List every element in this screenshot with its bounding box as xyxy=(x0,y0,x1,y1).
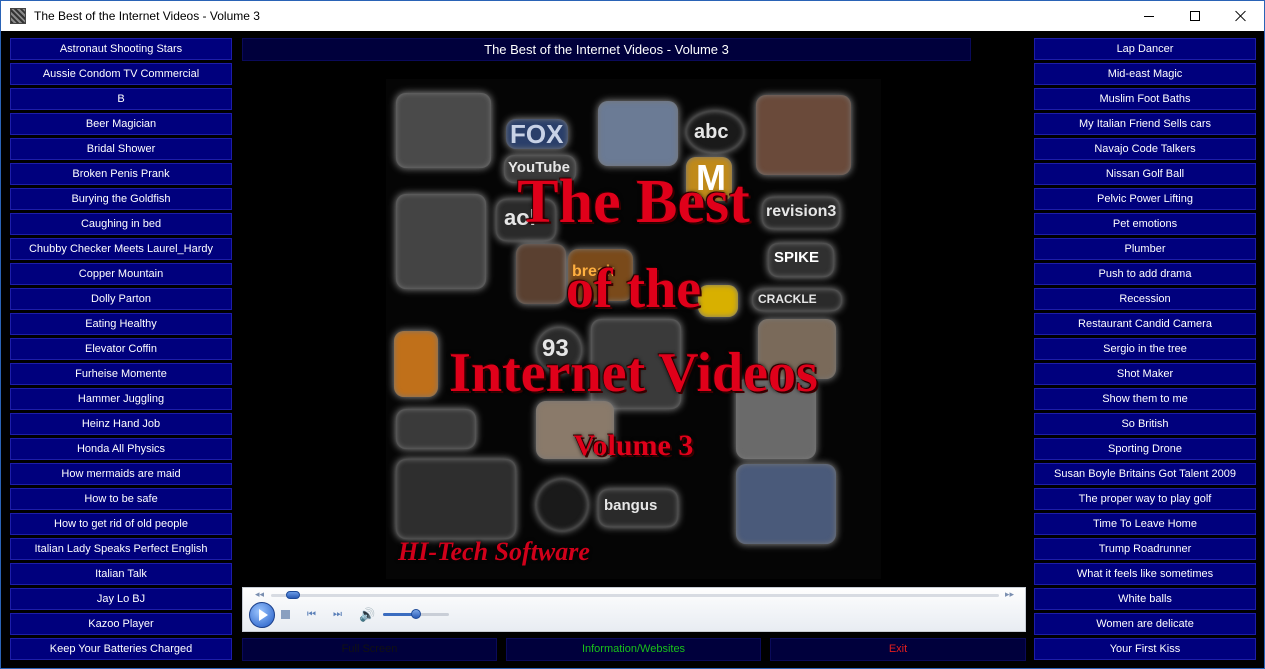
bangus-logo: bangus xyxy=(604,497,658,514)
video-button[interactable]: Push to add drama xyxy=(1034,263,1256,285)
video-button[interactable]: So British xyxy=(1034,413,1256,435)
right-video-list: Lap Dancer Mid-east Magic Muslim Foot Bath… xyxy=(1034,38,1256,663)
volume-handle[interactable] xyxy=(411,609,421,619)
left-video-list: Astronaut Shooting Stars Aussie Condom TV… xyxy=(10,38,232,663)
video-button[interactable]: Sergio in the tree xyxy=(1034,338,1256,360)
video-button[interactable]: Nissan Golf Ball xyxy=(1034,163,1256,185)
video-button[interactable]: Keep Your Batteries Charged xyxy=(10,638,232,660)
seek-bar[interactable] xyxy=(271,594,999,597)
app-window: The Best of the Internet Videos - Volume… xyxy=(0,0,1265,669)
cover-title-line2: of the xyxy=(565,258,702,320)
abc-logo: abc xyxy=(694,121,729,143)
video-button[interactable]: Recession xyxy=(1034,288,1256,310)
seek-back-icon[interactable]: ◂◂ xyxy=(255,589,264,600)
video-button[interactable]: Burying the Goldfish xyxy=(10,188,232,210)
video-button[interactable]: Eating Healthy xyxy=(10,313,232,335)
media-player: ◂◂ ▸▸ ⏮ ⏭ 🔊 xyxy=(242,587,1026,632)
play-button[interactable] xyxy=(249,602,275,628)
video-button[interactable]: Furheise Momente xyxy=(10,363,232,385)
video-button[interactable]: Chubby Checker Meets Laurel_Hardy xyxy=(10,238,232,260)
fox-logo: FOX xyxy=(510,119,564,149)
video-button[interactable]: Beer Magician xyxy=(10,113,232,135)
video-button[interactable]: Jay Lo BJ xyxy=(10,588,232,610)
video-button[interactable]: Pet emotions xyxy=(1034,213,1256,235)
video-button[interactable]: Time To Leave Home xyxy=(1034,513,1256,535)
maximize-button[interactable] xyxy=(1172,1,1218,31)
video-button[interactable]: Aussie Condom TV Commercial xyxy=(10,63,232,85)
cover-title-line4: Volume 3 xyxy=(573,429,694,462)
video-button[interactable]: Show them to me xyxy=(1034,388,1256,410)
video-button[interactable]: The proper way to play golf xyxy=(1034,488,1256,510)
video-button[interactable]: Shot Maker xyxy=(1034,363,1256,385)
video-button[interactable]: What it feels like sometimes xyxy=(1034,563,1256,585)
video-button[interactable]: Pelvic Power Lifting xyxy=(1034,188,1256,210)
video-button[interactable]: Honda All Physics xyxy=(10,438,232,460)
cover-brand: HI-Tech Software xyxy=(398,537,590,566)
video-button[interactable]: Bridal Shower xyxy=(10,138,232,160)
seek-handle[interactable] xyxy=(285,591,300,599)
video-button[interactable]: Dolly Parton xyxy=(10,288,232,310)
information-websites-button[interactable]: Information/Websites xyxy=(506,638,761,661)
video-button[interactable]: Broken Penis Prank xyxy=(10,163,232,185)
video-button[interactable]: Lap Dancer xyxy=(1034,38,1256,60)
video-button[interactable]: Navajo Code Talkers xyxy=(1034,138,1256,160)
minimize-button[interactable] xyxy=(1126,1,1172,31)
video-button[interactable]: B xyxy=(10,88,232,110)
seek-forward-icon[interactable]: ▸▸ xyxy=(1005,589,1014,600)
cover-title-line1: The Best xyxy=(517,168,750,236)
play-icon xyxy=(259,609,268,621)
video-button[interactable]: Italian Talk xyxy=(10,563,232,585)
video-button[interactable]: Susan Boyle Britains Got Talent 2009 xyxy=(1034,463,1256,485)
video-button[interactable]: Trump Roadrunner xyxy=(1034,538,1256,560)
exit-button[interactable]: Exit xyxy=(770,638,1026,661)
page-title: The Best of the Internet Videos - Volume… xyxy=(242,38,971,61)
cover-title-line3: Internet Videos xyxy=(449,342,818,404)
app-icon xyxy=(10,8,26,24)
video-button[interactable]: Women are delicate xyxy=(1034,613,1256,635)
window-title: The Best of the Internet Videos - Volume… xyxy=(34,9,260,23)
video-button[interactable]: Your First Kiss xyxy=(1034,638,1256,660)
cover-image: FOX abc YouTube M aol revision3 SPIKE br… xyxy=(386,79,881,579)
full-screen-button[interactable]: Full Screen xyxy=(242,638,497,661)
video-button[interactable]: Elevator Coffin xyxy=(10,338,232,360)
previous-icon[interactable]: ⏮ xyxy=(307,609,316,620)
minimize-icon xyxy=(1144,15,1154,17)
maximize-icon xyxy=(1190,11,1200,21)
next-icon[interactable]: ⏭ xyxy=(333,609,342,620)
video-button[interactable]: Caughing in bed xyxy=(10,213,232,235)
video-button[interactable]: How to get rid of old people xyxy=(10,513,232,535)
volume-icon[interactable]: 🔊 xyxy=(359,607,375,623)
title-bar: The Best of the Internet Videos - Volume… xyxy=(1,1,1264,31)
video-button[interactable]: Heinz Hand Job xyxy=(10,413,232,435)
close-button[interactable] xyxy=(1218,1,1264,31)
video-button[interactable]: Plumber xyxy=(1034,238,1256,260)
video-button[interactable]: Astronaut Shooting Stars xyxy=(10,38,232,60)
stop-button[interactable] xyxy=(281,610,290,619)
video-button[interactable]: White balls xyxy=(1034,588,1256,610)
video-button[interactable]: How mermaids are maid xyxy=(10,463,232,485)
video-button[interactable]: Copper Mountain xyxy=(10,263,232,285)
close-icon xyxy=(1235,10,1247,22)
video-button[interactable]: How to be safe xyxy=(10,488,232,510)
video-button[interactable]: My Italian Friend Sells cars xyxy=(1034,113,1256,135)
video-button[interactable]: Mid-east Magic xyxy=(1034,63,1256,85)
video-button[interactable]: Hammer Juggling xyxy=(10,388,232,410)
video-button[interactable]: Muslim Foot Baths xyxy=(1034,88,1256,110)
video-button[interactable]: Restaurant Candid Camera xyxy=(1034,313,1256,335)
video-button[interactable]: Kazoo Player xyxy=(10,613,232,635)
video-button[interactable]: Italian Lady Speaks Perfect English xyxy=(10,538,232,560)
video-button[interactable]: Sporting Drone xyxy=(1034,438,1256,460)
